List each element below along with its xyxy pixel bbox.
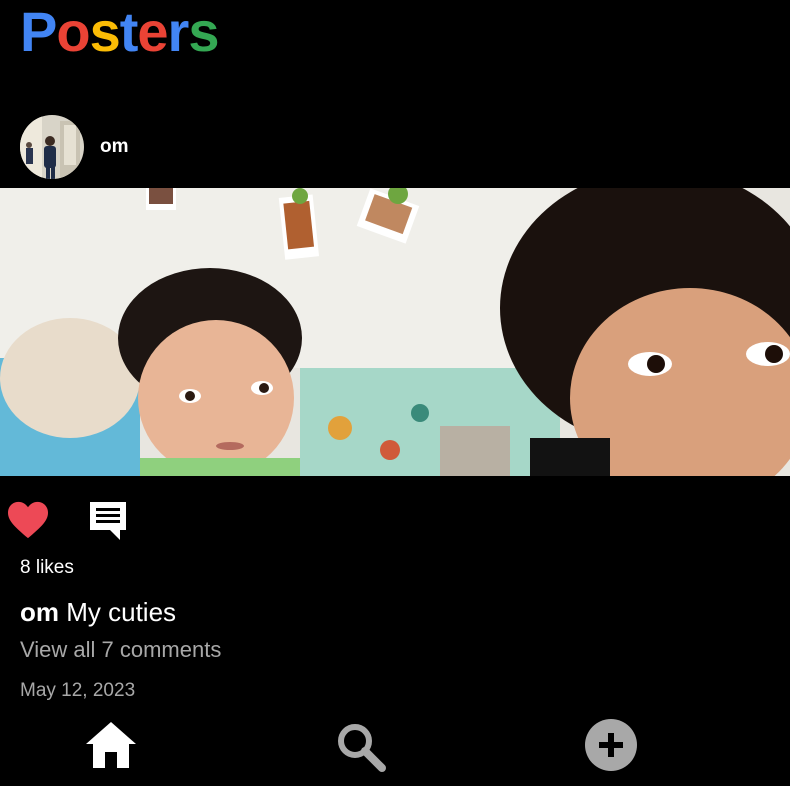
logo-letter: o: [56, 0, 90, 63]
comment-button[interactable]: [86, 498, 130, 544]
like-button[interactable]: [6, 500, 50, 540]
likes-count[interactable]: 8 likes: [20, 557, 74, 579]
avatar[interactable]: [20, 115, 84, 179]
view-comments-link[interactable]: View all 7 comments: [20, 637, 221, 663]
nav-add-button[interactable]: [584, 718, 638, 772]
post-username[interactable]: om: [100, 136, 129, 158]
logo-letter: e: [137, 0, 168, 63]
search-icon: [338, 724, 386, 772]
nav-search-button[interactable]: [336, 722, 386, 772]
bottom-nav: [0, 716, 790, 782]
heart-icon: [8, 501, 48, 539]
post-actions: [0, 494, 790, 544]
nav-home-button[interactable]: [84, 720, 138, 770]
caption-username[interactable]: om: [20, 597, 59, 627]
post-header: om: [20, 115, 129, 179]
logo-letter: s: [89, 0, 121, 63]
comment-icon: [90, 502, 126, 540]
post-caption: om My cuties: [20, 597, 176, 628]
home-icon: [86, 722, 136, 768]
post-date: May 12, 2023: [20, 680, 136, 701]
caption-text: My cuties: [66, 597, 177, 627]
post-photo[interactable]: [0, 188, 790, 476]
add-circle-icon: [585, 719, 637, 771]
logo-letter: s: [188, 0, 219, 63]
app-logo: Posters: [20, 0, 220, 63]
logo-letter: r: [167, 0, 190, 63]
logo-letter: P: [20, 0, 57, 63]
logo-letter: t: [119, 0, 139, 63]
